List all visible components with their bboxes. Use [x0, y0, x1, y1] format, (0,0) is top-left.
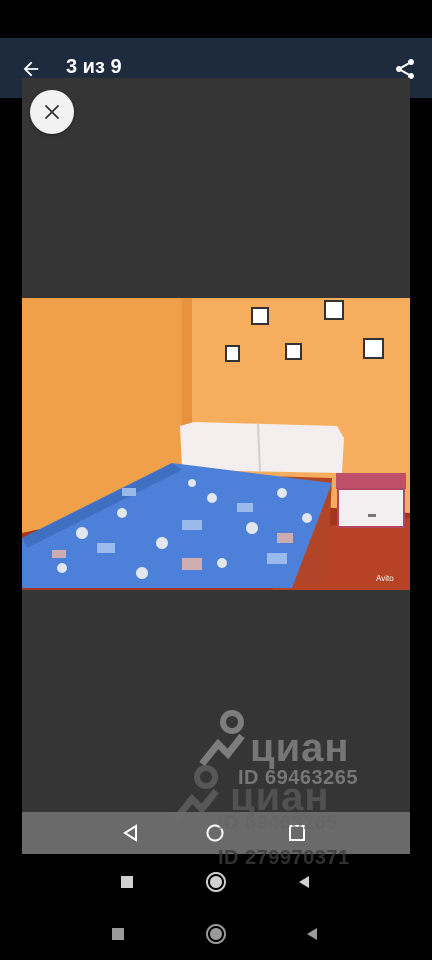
home-button[interactable] — [204, 870, 228, 894]
close-button[interactable] — [30, 90, 74, 134]
location-pin-icon — [199, 710, 245, 767]
square-recents-icon — [121, 876, 133, 888]
recents-button[interactable] — [115, 870, 139, 894]
triangle-back-icon — [299, 876, 309, 888]
square-recents-icon — [112, 928, 124, 940]
bedroom-photo: Avito — [22, 298, 410, 590]
circle-home-icon — [206, 924, 226, 944]
svg-text:Avito: Avito — [376, 574, 394, 583]
embedded-back-button[interactable] — [120, 822, 142, 844]
system-nav-bar-2 — [0, 914, 432, 954]
close-icon — [45, 105, 59, 119]
arrow-left-icon — [23, 61, 39, 77]
status-bar — [0, 0, 432, 38]
watermark-brand: циан — [250, 726, 350, 770]
back-nav-button[interactable] — [300, 922, 324, 946]
location-pin-icon — [173, 765, 219, 822]
watermark-id-secondary: ID 69463265 — [218, 812, 339, 834]
recents-button[interactable] — [106, 922, 130, 946]
circle-home-icon — [206, 872, 226, 892]
back-nav-button[interactable] — [292, 870, 316, 894]
triangle-back-icon — [123, 824, 137, 842]
home-button[interactable] — [204, 922, 228, 946]
image-counter: 3 из 9 — [66, 56, 122, 78]
system-nav-bar-1 — [0, 862, 432, 902]
triangle-back-icon — [307, 928, 317, 940]
